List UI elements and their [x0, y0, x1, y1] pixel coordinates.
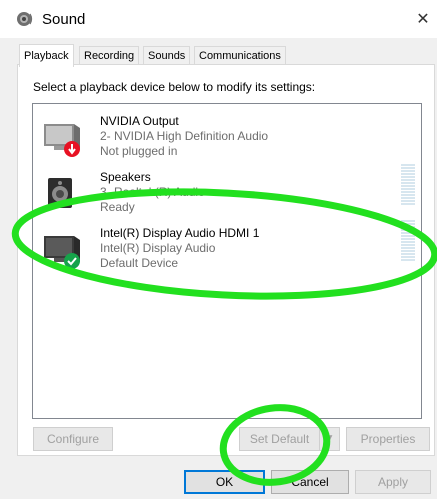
properties-button[interactable]: Properties: [346, 427, 430, 451]
cancel-label: Cancel: [291, 475, 329, 489]
device-description: 2- NVIDIA High Definition Audio: [100, 129, 269, 143]
device-name: Intel(R) Display Audio HDMI 1: [100, 226, 260, 240]
instruction-text: Select a playback device below to modify…: [33, 80, 316, 94]
device-list[interactable]: NVIDIA Output 2- NVIDIA High Definition …: [32, 103, 422, 419]
configure-label: Configure: [46, 432, 100, 446]
configure-button[interactable]: Configure: [33, 427, 113, 451]
device-name: Speakers: [100, 170, 151, 184]
ok-button[interactable]: OK: [184, 470, 265, 494]
set-default-label: Set Default: [249, 432, 310, 446]
device-status: Not plugged in: [100, 144, 178, 158]
speaker-app-icon: [17, 12, 33, 26]
device-item-speakers[interactable]: Speakers 3- Realtek(R) Audio Ready: [38, 168, 398, 220]
apply-button[interactable]: Apply: [355, 470, 431, 494]
volume-meter: [401, 164, 415, 208]
chevron-down-icon[interactable]: ▼: [319, 428, 339, 450]
tab-recording[interactable]: Recording: [79, 46, 140, 66]
speaker-icon: [48, 178, 72, 208]
device-item-nvidia-output[interactable]: NVIDIA Output 2- NVIDIA High Definition …: [38, 112, 398, 164]
tab-communications[interactable]: Communications: [194, 46, 286, 66]
device-item-intel-display-audio[interactable]: Intel(R) Display Audio HDMI 1 Intel(R) D…: [38, 224, 398, 276]
default-check-badge-icon: [64, 253, 80, 269]
ok-label: OK: [215, 475, 234, 489]
device-description: 3- Realtek(R) Audio: [100, 185, 205, 199]
volume-meter: [401, 220, 415, 264]
window-title: Sound: [42, 11, 86, 28]
close-button[interactable]: ✕: [409, 6, 437, 34]
properties-label: Properties: [360, 432, 416, 446]
set-default-button[interactable]: Set Default ▼: [239, 427, 340, 451]
monitor-icon: [44, 236, 80, 269]
monitor-icon: [44, 124, 80, 157]
device-description: Intel(R) Display Audio: [100, 241, 216, 255]
device-status: Ready: [100, 200, 135, 214]
unplugged-badge-icon: [64, 141, 80, 157]
device-name: NVIDIA Output: [100, 114, 179, 128]
tab-sounds[interactable]: Sounds: [143, 46, 191, 66]
apply-label: Apply: [377, 475, 409, 489]
device-status: Default Device: [100, 256, 179, 270]
title-bar: Sound ✕: [0, 0, 437, 38]
cancel-button[interactable]: Cancel: [271, 470, 349, 494]
tab-playback[interactable]: Playback: [19, 44, 74, 67]
